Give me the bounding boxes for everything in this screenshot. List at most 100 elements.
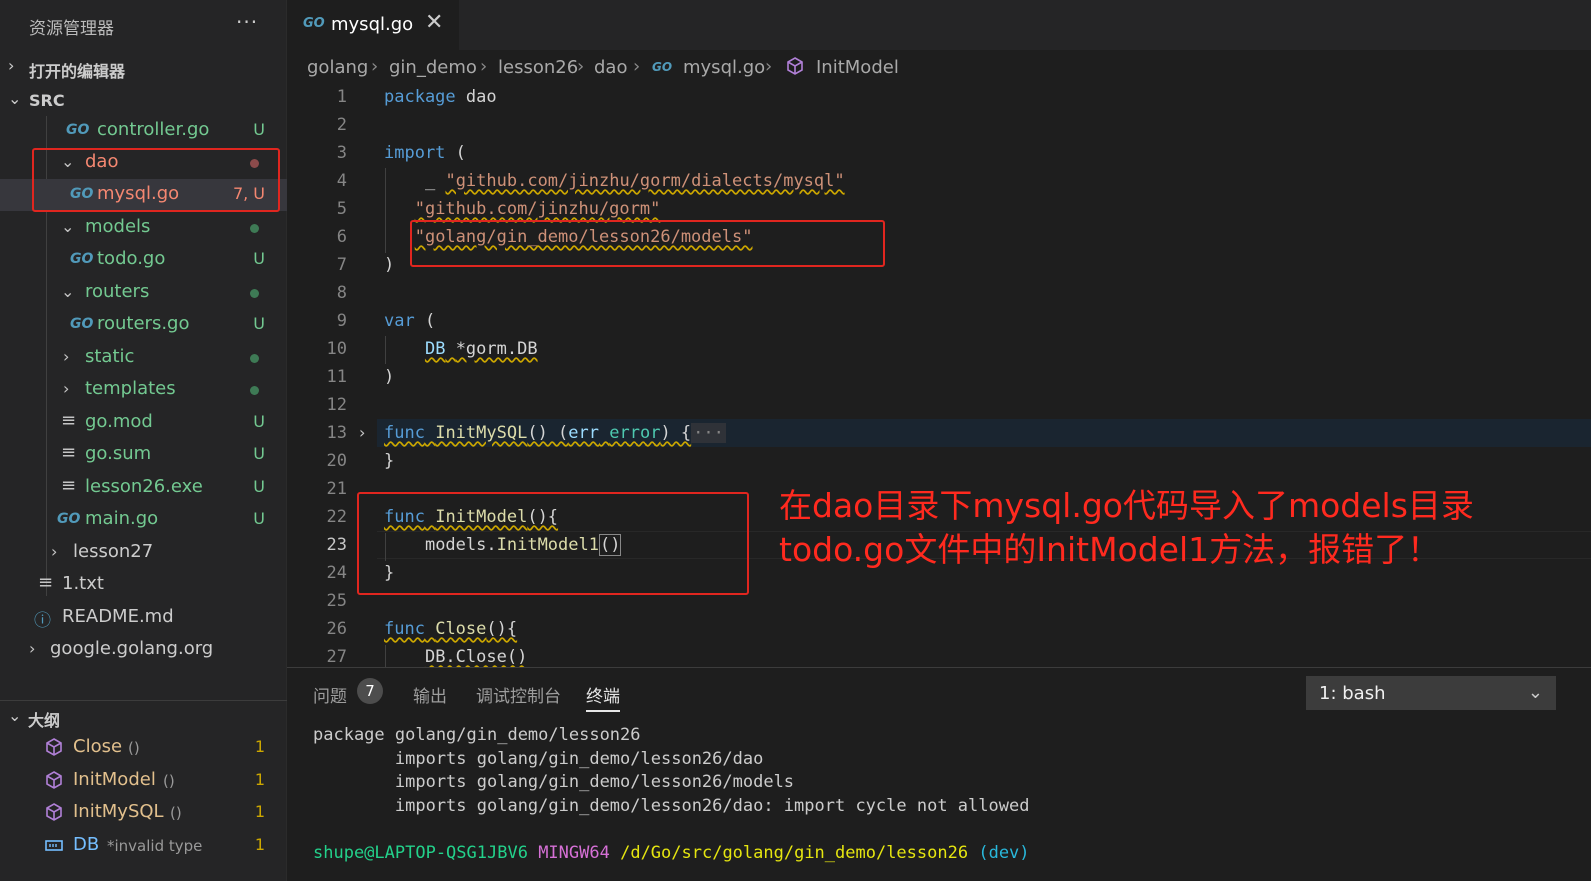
annotation-text: 在dao目录下mysql.go代码导入了models目录 todo.go文件中的…	[779, 484, 1474, 572]
tree-item-routers-go[interactable]: GO routers.go U	[0, 309, 287, 341]
terminal-output[interactable]: package golang/gin_demo/lesson26 imports…	[313, 724, 1030, 865]
code-line: _ "github.com/jinzhu/gorm/dialects/mysql…	[424, 171, 845, 191]
tree-item-models[interactable]: ⌄ models	[0, 212, 287, 244]
tree-item-static[interactable]: › static	[0, 342, 287, 374]
tree-item-label: static	[85, 346, 135, 367]
tree-item-label: controller.go	[97, 119, 210, 140]
tree-item-templates[interactable]: › templates	[0, 374, 287, 406]
outline-item-close[interactable]: Close () 1	[0, 732, 287, 764]
breadcrumb-item[interactable]: dao	[594, 57, 627, 78]
go-file-icon: GO	[303, 16, 325, 31]
annotation-line: 在dao目录下mysql.go代码导入了models目录	[779, 486, 1474, 525]
code-line: DB.Close()	[424, 647, 528, 667]
tree-item-readme-md[interactable]: ⓘ README.md	[0, 602, 287, 634]
outline-item-db[interactable]: DB *invalid type 1	[0, 830, 287, 862]
tree-item-controller-go[interactable]: GO controller.go U	[0, 115, 287, 147]
tab-problems[interactable]: 问题	[313, 682, 347, 707]
line-number: 13	[326, 423, 347, 443]
tree-item-lesson26-exe[interactable]: ≡ lesson26.exe U	[0, 472, 287, 504]
chevron-down-icon: ⌄	[8, 89, 22, 108]
tree-item-go-sum[interactable]: ≡ go.sum U	[0, 439, 287, 471]
outline-section[interactable]: ⌄ 大纲	[0, 700, 287, 732]
line-number: 4	[336, 171, 347, 191]
chevron-right-icon: ›	[63, 379, 70, 398]
chevron-right-icon: ›	[29, 639, 36, 658]
close-icon[interactable]: ✕	[425, 10, 443, 35]
terminal-line: package golang/gin_demo/lesson26	[313, 725, 641, 745]
git-status-dot	[250, 354, 259, 363]
tree-item-routers[interactable]: ⌄ routers	[0, 277, 287, 309]
git-status-badge: U	[253, 249, 265, 268]
code-line: "github.com/jinzhu/gorm"	[414, 199, 661, 219]
code-line: func Close(){	[384, 619, 518, 639]
fold-ellipsis[interactable]: ···	[691, 423, 726, 443]
line-number: 21	[326, 479, 347, 499]
outline-item-initmysql[interactable]: InitMySQL () 1	[0, 797, 287, 829]
line-number: 9	[336, 311, 347, 331]
info-icon: ⓘ	[34, 611, 51, 631]
tree-item-1-txt[interactable]: ≡ 1.txt	[0, 569, 287, 601]
highlight-box	[32, 148, 280, 212]
src-section[interactable]: ⌄ SRC	[0, 85, 287, 115]
chevron-down-icon: ⌄	[61, 282, 75, 301]
breadcrumb-item[interactable]: mysql.go	[683, 57, 765, 78]
terminal-line: imports golang/gin_demo/lesson26/dao	[313, 748, 764, 769]
tab-terminal[interactable]: 终端	[586, 682, 620, 707]
outline-item-initmodel[interactable]: InitModel () 1	[0, 765, 287, 797]
go-file-icon: GO	[66, 122, 90, 138]
tree-item-go-mod[interactable]: ≡ go.mod U	[0, 407, 287, 439]
tab-output[interactable]: 输出	[413, 682, 447, 707]
tree-item-main-go[interactable]: GO main.go U	[0, 504, 287, 536]
terminal-select[interactable]: 1: bash ⌄	[1306, 676, 1556, 710]
method-cube-icon	[46, 803, 62, 821]
chevron-down-icon: ⌄	[61, 217, 75, 236]
line-number: 12	[326, 395, 347, 415]
open-editors-section[interactable]: › 打开的编辑器	[0, 52, 287, 82]
chevron-right-icon: ›	[8, 56, 15, 75]
chevron-right-icon: ›	[633, 56, 641, 77]
chevron-right-icon[interactable]: ›	[359, 423, 365, 442]
open-editors-label: 打开的编辑器	[29, 62, 126, 81]
git-status-dot	[250, 386, 259, 395]
breadcrumb-item[interactable]: golang	[307, 57, 368, 78]
code-line-folded: func InitMySQL() (err error) {···	[384, 423, 726, 443]
tree-item-google-golang-org[interactable]: › google.golang.org	[0, 634, 287, 666]
line-number: 24	[326, 563, 347, 583]
go-file-icon: GO	[70, 251, 94, 267]
problems-count-badge: 7	[357, 678, 383, 704]
tree-item-label: main.go	[85, 508, 159, 529]
tree-item-label: lesson26.exe	[85, 476, 203, 497]
code-line: package dao	[384, 87, 497, 107]
breadcrumb: golang › gin_demo › lesson26 › dao › GO …	[287, 50, 1591, 84]
chevron-right-icon: ›	[765, 56, 773, 77]
outline-item-label: InitMySQL	[73, 801, 164, 822]
outline-label: 大纲	[28, 711, 61, 730]
src-label: SRC	[29, 91, 65, 110]
outline-item-detail: ()	[128, 739, 140, 757]
terminal-line: imports golang/gin_demo/lesson26/models	[313, 772, 795, 792]
tab-mysql-go[interactable]: GO mysql.go ✕	[287, 0, 459, 50]
breadcrumb-item[interactable]: InitModel	[816, 57, 899, 78]
tab-debug-console[interactable]: 调试控制台	[476, 682, 561, 707]
code-line: )	[384, 255, 395, 275]
outline-item-detail: ()	[163, 772, 175, 790]
tree-item-label: go.sum	[85, 443, 152, 464]
go-file-icon: GO	[652, 60, 673, 74]
annotation-line: todo.go文件中的InitModel1方法，报错了！	[779, 530, 1441, 569]
breadcrumb-item[interactable]: lesson26	[498, 57, 578, 78]
tree-item-lesson27[interactable]: › lesson27	[0, 537, 287, 569]
git-status-badge: U	[253, 314, 265, 333]
outline-item-detail: *invalid type	[107, 837, 203, 855]
explorer-sidebar: 资源管理器 ··· › 打开的编辑器 ⌄ SRC GO controller.g…	[0, 0, 287, 881]
code-line: var (	[384, 311, 436, 331]
outline-item-label: Close	[73, 736, 123, 757]
git-status-dot	[250, 224, 259, 233]
breadcrumb-item[interactable]: gin_demo	[389, 57, 477, 78]
method-cube-icon	[787, 57, 803, 75]
more-actions-icon[interactable]: ···	[236, 10, 258, 34]
chevron-right-icon: ›	[63, 347, 70, 366]
variable-icon	[45, 840, 63, 851]
tree-item-todo-go[interactable]: GO todo.go U	[0, 244, 287, 276]
go-file-icon: GO	[57, 511, 81, 527]
line-number: 6	[336, 227, 347, 247]
